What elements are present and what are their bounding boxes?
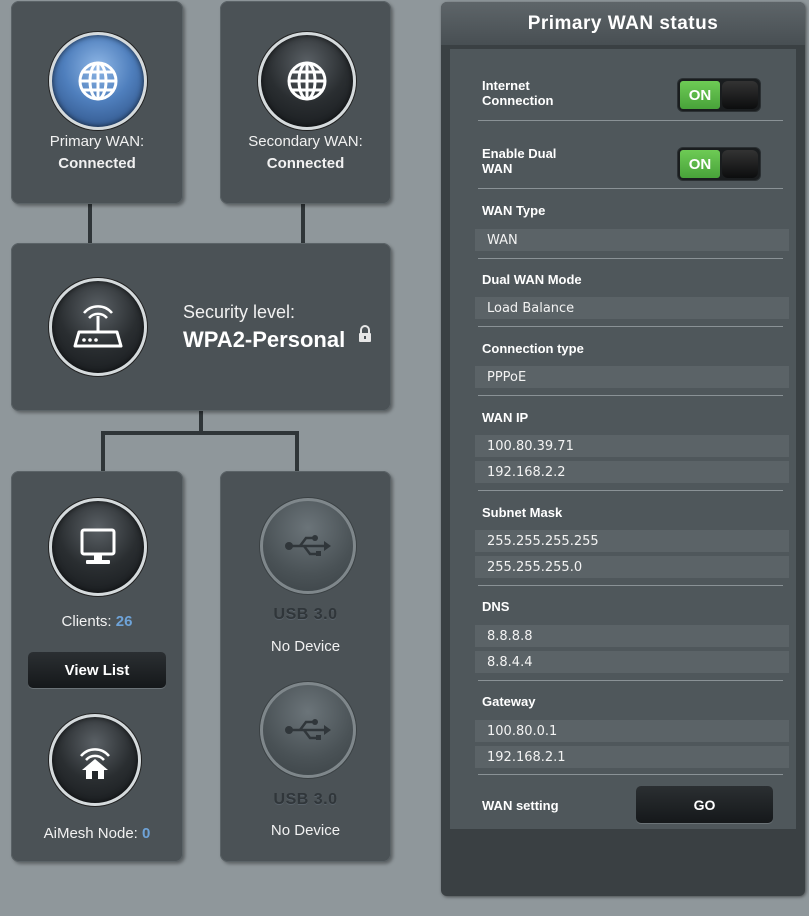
router-panel[interactable]: Security level: WPA2-Personal (11, 243, 391, 411)
dns-value-1: 8.8.8.8 (475, 625, 789, 647)
subnet-mask-label: Subnet Mask (482, 505, 563, 520)
secondary-wan-label: Secondary WAN: (248, 133, 363, 150)
connection-type-label: Connection type (482, 341, 584, 356)
aimesh-label: AiMesh Node: (43, 825, 138, 842)
wan-status-body: Internet Connection ON Enable Dual WAN O… (450, 49, 796, 829)
secondary-wan-status: Connected (266, 155, 345, 172)
wan-type-label: WAN Type (482, 203, 546, 218)
usb-port-2-title: USB 3.0 (273, 791, 338, 808)
security-level-label: Security level: (183, 302, 296, 322)
primary-wan-panel[interactable]: Primary WAN: Connected (11, 1, 183, 204)
wan-setting-label: WAN setting (482, 798, 559, 813)
usb-port-1-button[interactable] (260, 498, 356, 594)
usb-port-2-status: No Device (270, 822, 341, 839)
enable-dual-wan-label-line1: Enable Dual (482, 146, 557, 161)
usb-icon (285, 719, 331, 740)
toggle-knob (722, 81, 758, 109)
primary-wan-label: Primary WAN: (49, 133, 145, 150)
subnet-mask-value-2: 255.255.255.0 (475, 556, 789, 578)
internet-connection-toggle-on: ON (680, 81, 720, 109)
usb-icon (285, 535, 331, 556)
primary-wan-status: Connected (58, 155, 136, 172)
primary-wan-globe-button[interactable] (49, 32, 147, 130)
aimesh-label-row: AiMesh Node: 0 (11, 825, 183, 842)
divider (478, 395, 783, 396)
gateway-value-2: 192.168.2.1 (475, 746, 789, 768)
wan-ip-value-2: 192.168.2.2 (475, 461, 789, 483)
usb-port-1-status: No Device (270, 638, 341, 655)
dual-wan-mode-value: Load Balance (475, 297, 789, 319)
clients-button[interactable] (49, 498, 147, 596)
subnet-mask-value-1: 255.255.255.255 (475, 530, 789, 552)
clients-label-row: Clients: 26 (11, 613, 183, 630)
internet-connection-label: Internet Connection (482, 78, 554, 108)
internet-connection-label-line1: Internet (482, 78, 530, 93)
security-level-value: WPA2-Personal (183, 327, 346, 352)
router-icon (73, 305, 123, 348)
wan-type-value: WAN (475, 229, 789, 251)
toggle-knob (722, 150, 758, 178)
wan-ip-label: WAN IP (482, 410, 529, 425)
globe-icon (287, 61, 327, 101)
clients-panel: Clients: 26 View List AiMesh Node: 0 (11, 471, 183, 862)
connector-horizontal (101, 431, 299, 435)
lock-icon (359, 325, 371, 342)
enable-dual-wan-toggle-on: ON (680, 150, 720, 178)
aimesh-button[interactable] (49, 714, 141, 806)
enable-dual-wan-label: Enable Dual WAN (482, 146, 556, 176)
usb-port-1-title: USB 3.0 (273, 606, 338, 623)
gateway-label: Gateway (482, 694, 536, 709)
secondary-wan-panel[interactable]: Secondary WAN: Connected (220, 1, 391, 204)
wan-ip-value-1: 100.80.39.71 (475, 435, 789, 457)
aimesh-home-icon (80, 748, 110, 779)
usb-panel: USB 3.0 No Device USB 3.0 No Device (220, 471, 391, 862)
connector-usb (295, 431, 299, 471)
divider (478, 258, 783, 259)
divider (478, 774, 783, 775)
divider (478, 680, 783, 681)
gateway-value-1: 100.80.0.1 (475, 720, 789, 742)
globe-icon (78, 61, 118, 101)
router-button[interactable] (49, 278, 147, 376)
internet-connection-toggle[interactable]: ON (678, 79, 760, 111)
divider (478, 326, 783, 327)
view-list-button[interactable]: View List (28, 652, 166, 688)
connector-secondary (301, 204, 305, 244)
connector-primary (88, 204, 92, 244)
dual-wan-mode-label: Dual WAN Mode (482, 272, 582, 287)
internet-connection-label-line2: Connection (482, 93, 554, 108)
wan-status-panel: Primary WAN status Internet Connection O… (441, 2, 805, 896)
connector-router-down (199, 411, 203, 433)
wan-setting-go-button[interactable]: GO (636, 786, 773, 823)
divider (478, 490, 783, 491)
connection-type-value: PPPoE (475, 366, 789, 388)
usb-port-2-button[interactable] (260, 682, 356, 778)
monitor-icon (80, 528, 116, 564)
aimesh-count: 0 (142, 825, 151, 842)
dns-value-2: 8.8.4.4 (475, 651, 789, 673)
dns-label: DNS (482, 599, 510, 614)
divider (478, 188, 783, 189)
enable-dual-wan-label-line2: WAN (482, 161, 513, 176)
clients-count: 26 (115, 613, 133, 630)
secondary-wan-globe-button[interactable] (258, 32, 356, 130)
wan-status-title: Primary WAN status (441, 2, 805, 45)
connector-clients (101, 431, 105, 471)
enable-dual-wan-toggle[interactable]: ON (678, 148, 760, 180)
divider (478, 585, 783, 586)
divider (478, 120, 783, 121)
clients-label: Clients: (61, 613, 112, 630)
